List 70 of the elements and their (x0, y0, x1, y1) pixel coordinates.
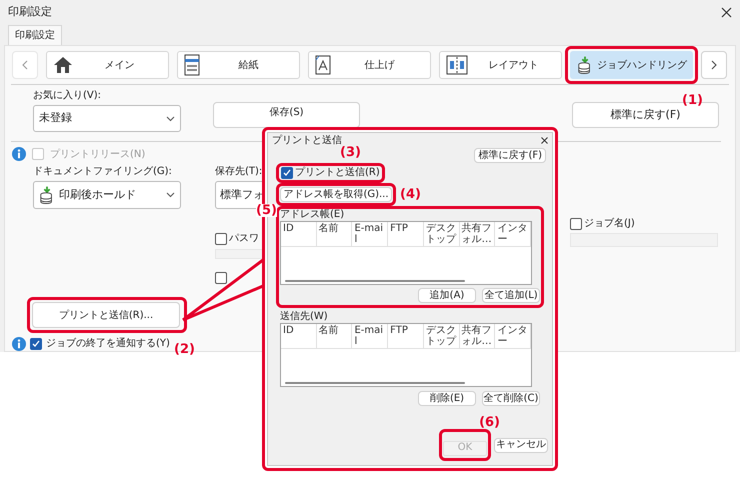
column-header[interactable]: ID (281, 222, 317, 246)
field-label: 保存先(T): (215, 167, 262, 177)
stack-icon (577, 56, 593, 74)
checkbox-label: プリントと送信(R) (295, 168, 380, 178)
chevron-right-icon (711, 60, 717, 70)
scrollbar[interactable] (285, 382, 465, 384)
column-header[interactable]: 名前 (316, 222, 352, 246)
checkbox[interactable] (30, 338, 42, 350)
column-header[interactable]: 共有フォル… (460, 324, 496, 348)
checkbox-label: プリントリリース(N) (50, 148, 146, 162)
column-header[interactable]: E-mail (352, 222, 388, 246)
nav-tab[interactable]: 給紙 (177, 51, 300, 79)
step-label: (3) (340, 146, 361, 159)
nav-tab[interactable]: レイアウト (439, 51, 562, 79)
close-icon[interactable] (721, 7, 732, 18)
checkbox-label: ジョブの終了を通知する(Y) (46, 336, 170, 351)
step-label: (5) (256, 204, 277, 217)
column-header[interactable]: FTP (388, 222, 424, 246)
favorites-dropdown[interactable]: 未登録 (33, 105, 181, 132)
column-header[interactable]: 名前 (316, 324, 352, 348)
checkbox[interactable] (281, 167, 293, 179)
checkbox-label: パスワ (229, 234, 259, 244)
remove-button[interactable]: 削除(E) (418, 391, 476, 406)
printer-icon (184, 54, 200, 76)
step-label: (4) (400, 188, 421, 201)
stack-icon (39, 186, 55, 204)
remove-button[interactable]: 全て削除(C) (482, 391, 540, 406)
save-button[interactable]: 保存(S) (213, 102, 360, 128)
nav-tab[interactable]: ジョブハンドリング (570, 51, 693, 79)
checkbox[interactable] (215, 272, 227, 284)
field-label: ドキュメントファイリング(G): (33, 167, 173, 177)
nav-tab[interactable]: メイン (46, 51, 169, 79)
address-book-button[interactable]: アドレス帳を取得(G)... (280, 187, 392, 202)
section-label: 送信先(W) (280, 311, 329, 323)
checkbox-label: ジョブ名(J) (584, 219, 635, 229)
cancel-button[interactable]: キャンセル (494, 438, 548, 452)
check-icon (32, 340, 40, 348)
chevron-down-icon (166, 192, 175, 198)
document-icon (315, 55, 331, 75)
checkbox[interactable] (570, 218, 582, 230)
step-label: (6) (479, 416, 500, 429)
chevron-left-icon (22, 60, 28, 70)
step-label: (2) (174, 343, 195, 356)
tab[interactable]: 印刷設定 (8, 25, 62, 45)
scrollbar[interactable] (285, 280, 465, 282)
column-header[interactable]: FTP (388, 324, 424, 348)
section-label: アドレス帳(E) (280, 209, 346, 221)
column-header[interactable]: ID (281, 324, 317, 348)
info-icon (12, 147, 26, 161)
close-icon[interactable] (541, 137, 548, 144)
chevron-down-icon (166, 116, 175, 122)
nav-tab[interactable]: 仕上げ (308, 51, 431, 79)
column-header[interactable]: デスクトップ (424, 222, 460, 246)
add-button[interactable]: 全て追加(L) (482, 288, 540, 303)
column-header[interactable]: インター (495, 222, 532, 246)
reset-button[interactable]: 標準に戻す(F) (474, 148, 546, 163)
column-header[interactable]: デスクトップ (424, 324, 460, 348)
field-label: お気に入り(V): (33, 91, 102, 101)
filing-dropdown[interactable]: 印刷後ホールド (33, 181, 181, 209)
column-header[interactable]: E-mail (352, 324, 388, 348)
house-icon (53, 56, 73, 74)
column-header[interactable]: 共有フォル… (460, 222, 496, 246)
checkbox[interactable] (215, 233, 227, 245)
dialog-title: プリントと送信 (272, 136, 342, 146)
check-icon (283, 169, 291, 177)
two-page-icon (446, 55, 468, 75)
add-button[interactable]: 追加(A) (418, 288, 476, 303)
window-title: 印刷設定 (8, 4, 52, 20)
print-and-send-button[interactable]: プリントと送信(R)... (32, 302, 180, 328)
column-header[interactable]: インター (495, 324, 532, 348)
